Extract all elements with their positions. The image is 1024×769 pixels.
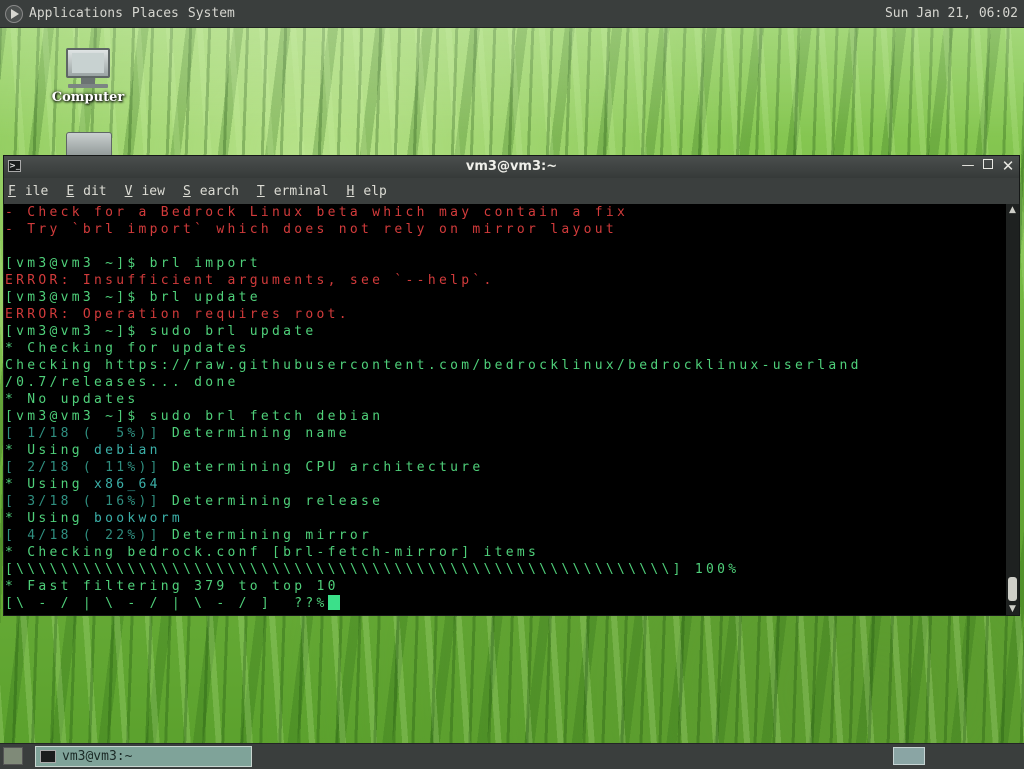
terminal-line: [ 3/18 ( 16%)] Determining release <box>5 494 384 509</box>
menu-edit[interactable]: Edit <box>66 184 115 199</box>
terminal-icon <box>40 750 56 763</box>
menu-file[interactable]: File <box>8 184 57 199</box>
terminal-line: [vm3@vm3 ~]$ sudo brl fetch debian <box>5 409 384 424</box>
terminal-line: * Checking for updates <box>5 341 250 356</box>
terminal-line: [ 4/18 ( 22%)] Determining mirror <box>5 528 373 543</box>
menu-system[interactable]: System <box>188 6 235 21</box>
window-titlebar[interactable]: >_ vm3@vm3:~ — ✕ <box>4 156 1019 178</box>
terminal-line: * Using x86_64 <box>5 477 161 492</box>
top-panel: Applications Places System Sun Jan 21, 0… <box>0 0 1024 28</box>
terminal-line: - Try `brl import` which does not rely o… <box>5 222 617 237</box>
terminal-line: [\ - / | \ - / | \ - / ] ??% <box>5 595 340 612</box>
terminal-line: [vm3@vm3 ~]$ brl import <box>5 256 261 271</box>
terminal-cursor <box>327 595 340 610</box>
terminal-line: * Checking bedrock.conf [brl-fetch-mirro… <box>5 545 540 560</box>
show-desktop-icon[interactable] <box>3 747 23 765</box>
bottom-panel: vm3@vm3:~ <box>0 743 1024 769</box>
workspace-switcher[interactable] <box>893 747 925 765</box>
terminal-line: ERROR: Operation requires root. <box>5 307 350 322</box>
menu-help[interactable]: Help <box>347 184 396 199</box>
terminal-line: /0.7/releases... done <box>5 375 239 390</box>
terminal-line: ERROR: Insufficient arguments, see `--he… <box>5 273 495 288</box>
terminal-line: * No updates <box>5 392 139 407</box>
terminal-line: - Check for a Bedrock Linux beta which m… <box>5 205 629 220</box>
terminal-window: >_ vm3@vm3:~ — ✕ File Edit View Search Termi… <box>3 155 1020 616</box>
menu-view[interactable]: View <box>125 184 174 199</box>
scrollbar-thumb[interactable] <box>1008 577 1017 601</box>
terminal-line: * Using debian <box>5 443 161 458</box>
distro-logo-icon[interactable] <box>5 4 23 23</box>
window-title: vm3@vm3:~ <box>465 159 558 174</box>
terminal-menubar: File Edit View Search Terminal Help <box>4 178 1019 205</box>
close-button[interactable]: ✕ <box>1001 159 1015 174</box>
desktop-icon-computer[interactable]: Computer <box>48 48 128 105</box>
scroll-up-arrow-icon[interactable]: ▲ <box>1006 204 1019 216</box>
menu-terminal[interactable]: Terminal <box>257 184 338 199</box>
desktop-icon-computer-label: Computer <box>51 90 125 105</box>
computer-icon <box>66 48 110 78</box>
taskbar-item-terminal[interactable]: vm3@vm3:~ <box>35 746 252 767</box>
terminal-line: * Using bookworm <box>5 511 184 526</box>
terminal-scrollbar[interactable]: ▲ ▼ <box>1006 204 1019 615</box>
terminal-line: [\\\\\\\\\\\\\\\\\\\\\\\\\\\\\\\\\\\\\\\… <box>5 562 740 577</box>
terminal-line: * Fast filtering 379 to top 10 <box>5 579 339 594</box>
menu-places[interactable]: Places <box>132 6 179 21</box>
scroll-down-arrow-icon[interactable]: ▼ <box>1006 603 1019 615</box>
terminal-line: [vm3@vm3 ~]$ brl update <box>5 290 261 305</box>
terminal-output[interactable]: - Check for a Bedrock Linux beta which m… <box>4 204 1007 615</box>
menu-applications[interactable]: Applications <box>29 6 123 21</box>
minimize-button[interactable]: — <box>961 159 975 173</box>
terminal-line: [ 1/18 ( 5%)] Determining name <box>5 426 350 441</box>
terminal-line: [ 2/18 ( 11%)] Determining CPU architect… <box>5 460 484 475</box>
taskbar-item-label: vm3@vm3:~ <box>62 749 133 764</box>
terminal-line: [vm3@vm3 ~]$ sudo brl update <box>5 324 317 339</box>
terminal-line: Checking https://raw.githubusercontent.c… <box>5 358 862 373</box>
panel-clock[interactable]: Sun Jan 21, 06:02 <box>885 6 1018 21</box>
maximize-button[interactable] <box>981 159 995 173</box>
menu-search[interactable]: Search <box>183 184 248 199</box>
